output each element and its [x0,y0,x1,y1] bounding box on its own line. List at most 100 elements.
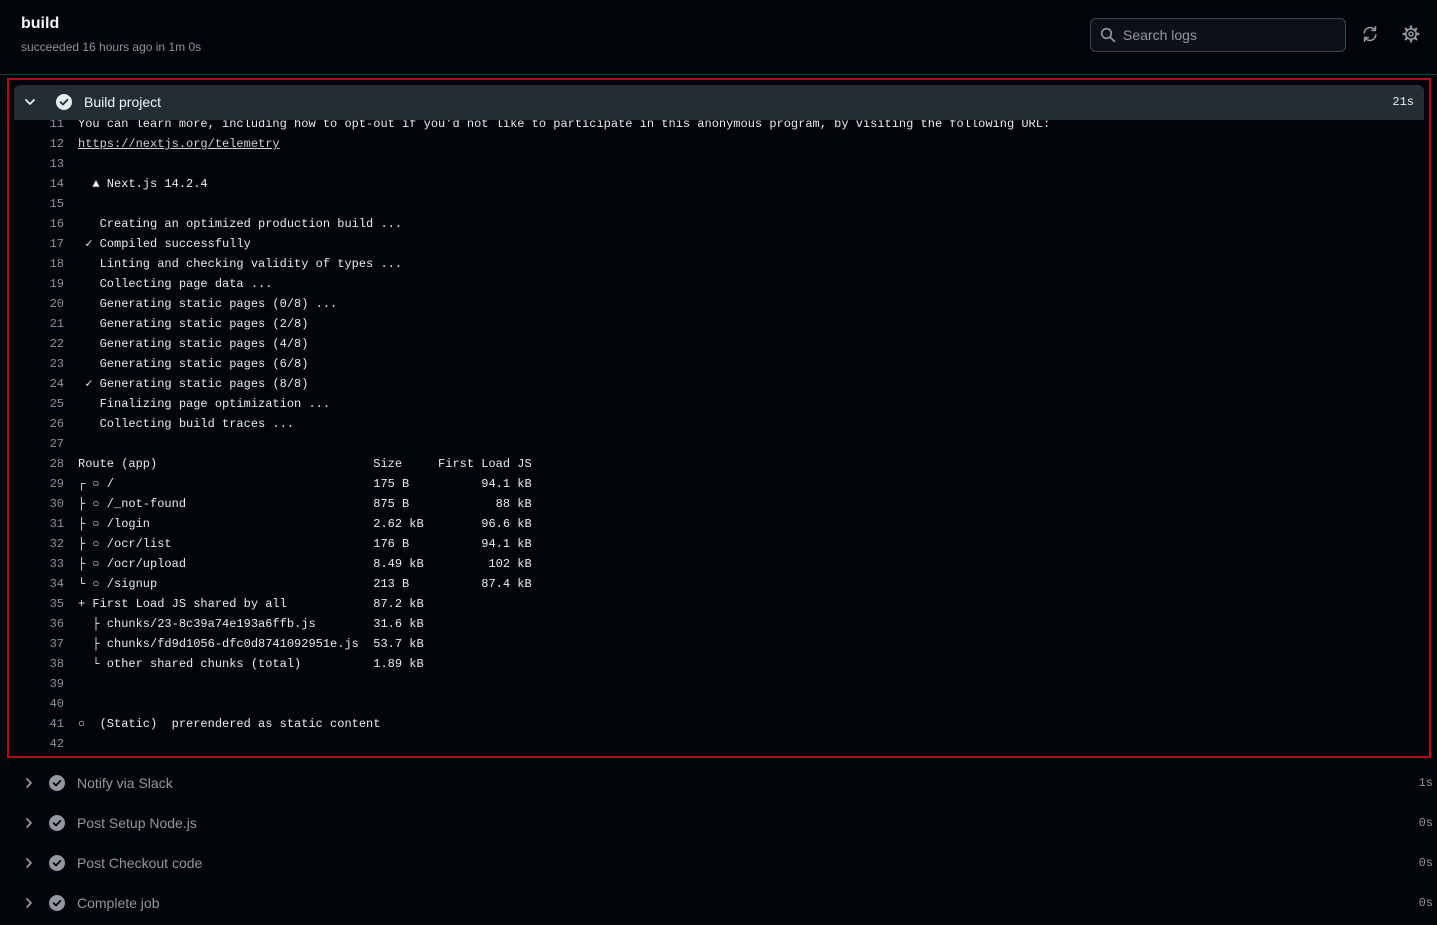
line-number[interactable]: 13 [14,154,64,174]
refresh-icon[interactable] [1361,25,1379,43]
line-number[interactable]: 35 [14,594,64,614]
check-circle-icon [49,775,65,791]
step-row[interactable]: Notify via Slack 1s [13,765,1433,801]
line-number[interactable]: 16 [14,214,64,234]
telemetry-link[interactable]: https://nextjs.org/telemetry [78,137,280,151]
log-line: 11 You can learn more, including how to o… [14,120,1424,134]
line-number[interactable]: 12 [14,134,64,154]
log-text: + First Load JS shared by all 87.2 kB [78,597,424,611]
log-lines: 11 You can learn more, including how to o… [14,120,1424,752]
job-title: build [21,15,60,32]
log-line: 32 ├ ○ /ocr/list 176 B 94.1 kB [14,534,1424,554]
log-text: Collecting build traces ... [78,417,295,431]
log-line: 35 + First Load JS shared by all 87.2 kB [14,594,1424,614]
chevron-down-icon[interactable] [22,94,38,110]
line-number[interactable]: 40 [14,694,64,714]
check-circle-icon [49,895,65,911]
line-number[interactable]: 24 [14,374,64,394]
line-number[interactable]: 37 [14,634,64,654]
log-text: ├ chunks/fd9d1056-dfc0d8741092951e.js 53… [78,637,424,651]
step-row[interactable]: Post Setup Node.js 0s [13,805,1433,841]
line-number[interactable]: 19 [14,274,64,294]
step-name: Build project [84,94,162,110]
line-number[interactable]: 33 [14,554,64,574]
log-line: 29 ┌ ○ / 175 B 94.1 kB [14,474,1424,494]
log-line: 20 Generating static pages (0/8) ... [14,294,1424,314]
step-row[interactable]: Post Checkout code 0s [13,845,1433,881]
chevron-right-icon[interactable] [21,775,37,791]
log-text: Creating an optimized production build .… [78,217,403,231]
step-duration: 0s [1418,816,1433,830]
line-number[interactable]: 34 [14,574,64,594]
log-line: 28 Route (app) Size First Load JS [14,454,1424,474]
log-line: 27 [14,434,1424,454]
line-number[interactable]: 28 [14,454,64,474]
line-number[interactable]: 38 [14,654,64,674]
search-logs-input[interactable] [1123,19,1338,51]
line-number[interactable]: 18 [14,254,64,274]
line-number[interactable]: 22 [14,334,64,354]
log-line: 21 Generating static pages (2/8) [14,314,1424,334]
step-name: Notify via Slack [77,775,173,791]
log-text: You can learn more, including how to opt… [78,120,1051,131]
gear-icon[interactable] [1402,25,1420,43]
log-line: 37 ├ chunks/fd9d1056-dfc0d8741092951e.js… [14,634,1424,654]
line-number[interactable]: 15 [14,194,64,214]
line-number[interactable]: 27 [14,434,64,454]
line-number[interactable]: 26 [14,414,64,434]
job-status-subtitle: succeeded 16 hours ago in 1m 0s [21,40,202,54]
line-number[interactable]: 14 [14,174,64,194]
log-line: 36 ├ chunks/23-8c39a74e193a6ffb.js 31.6 … [14,614,1424,634]
line-number[interactable]: 36 [14,614,64,634]
check-circle-icon [56,94,72,110]
step-name: Post Setup Node.js [77,815,197,831]
line-number[interactable]: 32 [14,534,64,554]
chevron-right-icon[interactable] [21,895,37,911]
step-name: Post Checkout code [77,855,203,871]
step-header-build-project[interactable]: Build project 21s [14,85,1424,120]
log-line: 33 ├ ○ /ocr/upload 8.49 kB 102 kB [14,554,1424,574]
line-number[interactable]: 23 [14,354,64,374]
step-duration: 0s [1418,896,1433,910]
step-duration: 1s [1418,776,1433,790]
job-header: build succeeded 16 hours ago in 1m 0s [0,0,1437,75]
line-number[interactable]: 11 [14,120,64,134]
log-text: Generating static pages (4/8) [78,337,309,351]
step-duration: 21s [1392,95,1414,109]
log-line: 41 ○ (Static) prerendered as static conte… [14,714,1424,734]
log-text: Finalizing page optimization ... [78,397,331,411]
log-text: ├ ○ /ocr/list 176 B 94.1 kB [78,537,532,551]
chevron-right-icon[interactable] [21,855,37,871]
log-text: Generating static pages (2/8) [78,317,309,331]
log-output[interactable]: 11 You can learn more, including how to o… [14,120,1424,752]
log-text: Route (app) Size First Load JS [78,457,532,471]
line-number[interactable]: 42 [14,734,64,752]
check-circle-icon [49,815,65,831]
line-number[interactable]: 30 [14,494,64,514]
line-number[interactable]: 39 [14,674,64,694]
chevron-right-icon[interactable] [21,815,37,831]
log-line: 16 Creating an optimized production buil… [14,214,1424,234]
log-text: ├ chunks/23-8c39a74e193a6ffb.js 31.6 kB [78,617,424,631]
step-row[interactable]: Complete job 0s [13,885,1433,921]
log-line: 38 └ other shared chunks (total) 1.89 kB [14,654,1424,674]
log-text: ▲ Next.js 14.2.4 [78,177,208,191]
log-text: ┌ ○ / 175 B 94.1 kB [78,477,532,491]
log-text: ├ ○ /ocr/upload 8.49 kB 102 kB [78,557,532,571]
line-number[interactable]: 20 [14,294,64,314]
line-number[interactable]: 21 [14,314,64,334]
log-line: 12 https://nextjs.org/telemetry [14,134,1424,154]
log-line: 19 Collecting page data ... [14,274,1424,294]
line-number[interactable]: 31 [14,514,64,534]
log-line: 40 [14,694,1424,714]
log-text: ✓ Compiled successfully [78,237,251,251]
log-text: ├ ○ /login 2.62 kB 96.6 kB [78,517,532,531]
log-text: ✓ Generating static pages (8/8) [78,377,309,391]
line-number[interactable]: 17 [14,234,64,254]
line-number[interactable]: 41 [14,714,64,734]
line-number[interactable]: 25 [14,394,64,414]
search-logs-box[interactable] [1090,18,1346,52]
log-line: 30 ├ ○ /_not-found 875 B 88 kB [14,494,1424,514]
line-number[interactable]: 29 [14,474,64,494]
step-duration: 0s [1418,856,1433,870]
